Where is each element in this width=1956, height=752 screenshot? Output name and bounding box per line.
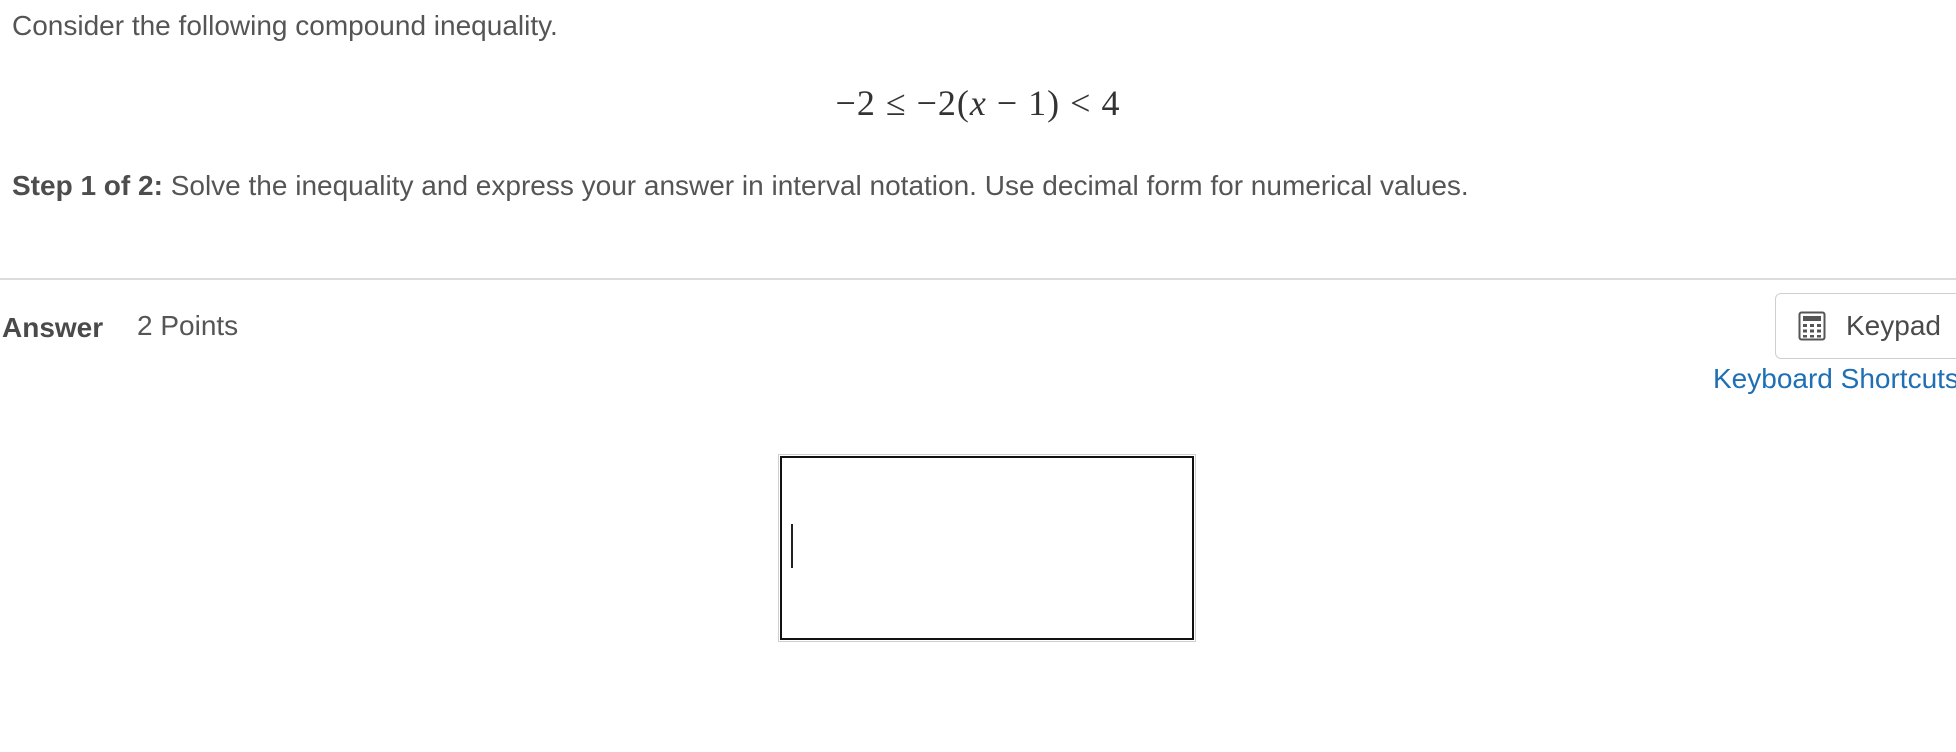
section-divider — [0, 278, 1956, 280]
question-intro: Consider the following compound inequali… — [12, 10, 558, 41]
step-label: Step 1 of 2: — [12, 170, 163, 201]
answer-label: Answer — [2, 312, 104, 343]
points-value: 2 Points — [137, 310, 239, 341]
step-text: Solve the inequality and express your an… — [162, 170, 1469, 201]
step-instructions: Step 1 of 2: Solve the inequality and ex… — [12, 170, 1469, 202]
answer-input[interactable] — [778, 454, 1196, 642]
keypad-button[interactable]: Keypad — [1775, 293, 1956, 359]
text-cursor — [791, 524, 793, 568]
equation-right: − 1) < 4 — [986, 83, 1121, 123]
keypad-label: Keypad — [1846, 310, 1941, 341]
equation-variable: x — [969, 83, 987, 123]
question-page: Consider the following compound inequali… — [0, 0, 1956, 752]
calculator-icon — [1798, 311, 1826, 341]
equation-left: −2 ≤ −2( — [835, 83, 970, 123]
inequality-equation: −2 ≤ −2(x − 1) < 4 — [0, 82, 1956, 124]
keyboard-shortcuts-link[interactable]: Keyboard Shortcuts — [1713, 363, 1956, 395]
